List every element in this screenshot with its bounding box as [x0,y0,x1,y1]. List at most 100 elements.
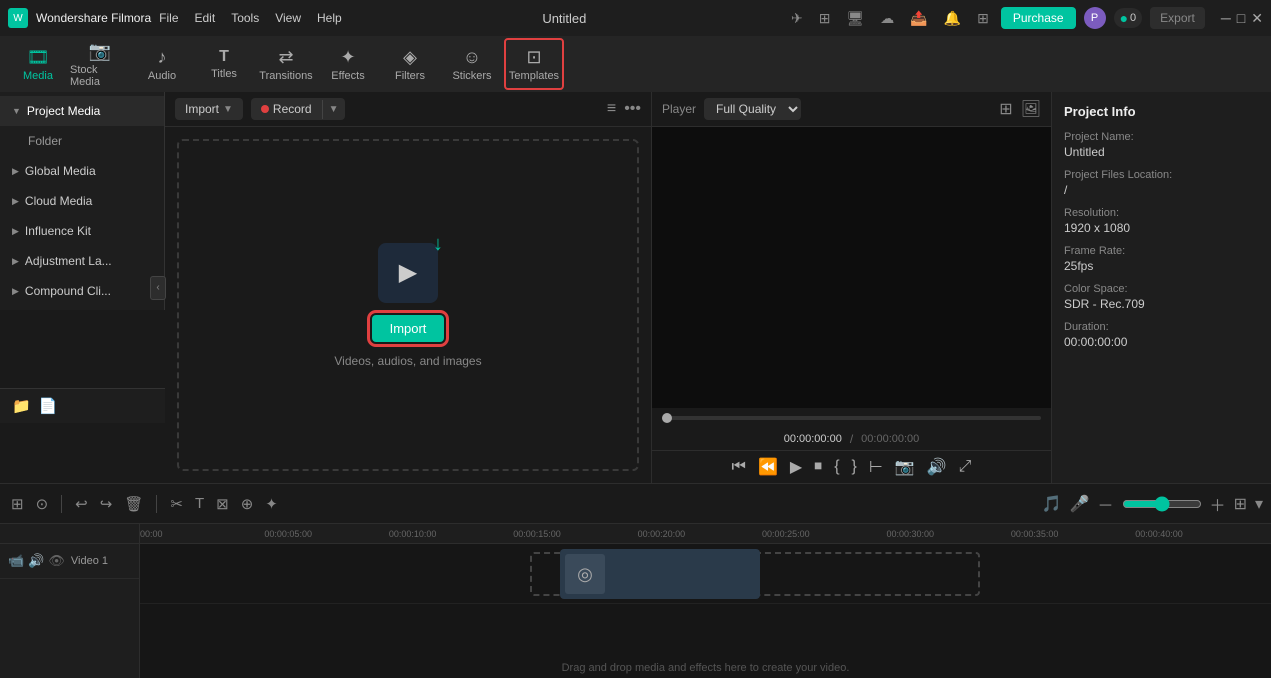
sidebar-item-influence-kit[interactable]: ▶ Influence Kit [0,216,164,246]
project-name-label: Project Name: [1064,131,1259,143]
player-progress-thumb[interactable] [662,413,672,423]
menu-help[interactable]: Help [317,11,342,25]
zoom-in-button[interactable]: ＋ [1210,492,1226,516]
menu-file[interactable]: File [159,11,178,25]
sidebar-item-project-media[interactable]: ▼ Project Media [0,96,164,126]
sidebar-item-folder[interactable]: Folder [0,126,164,156]
record-chevron-button[interactable]: ▼ [322,100,345,119]
mark-out-button[interactable]: } [852,458,857,476]
lock-track-icon[interactable]: 📹 [8,553,24,569]
tool-templates[interactable]: ⊡ Templates [504,38,564,90]
toolbar-separator [156,495,157,513]
upload-icon[interactable]: 📤 [906,8,931,29]
video-track-label-row: 📹 🔊 👁 Video 1 [0,544,139,579]
redo-button[interactable]: ↪ [97,492,116,516]
sidebar-item-cloud-media[interactable]: ▶ Cloud Media [0,186,164,216]
tool-audio-label: Audio [148,70,176,82]
filter-sort-button[interactable]: ≡ [607,100,616,118]
app-logo: W [8,8,28,28]
notif-icon[interactable]: 🔔 [940,8,965,29]
import-button[interactable]: Import ▼ [175,98,243,120]
timeline-ruler[interactable]: 00:00 00:00:05:00 00:00:10:00 00:00:15:0… [140,524,1271,544]
zoom-out-button[interactable]: － [1098,492,1114,516]
titlebar-right: ✈ ⊞ 🖥 ☁ 📤 🔔 ⊞ Purchase P ● 0 Export ─ □ … [787,7,1263,29]
tool-effects[interactable]: ✦ Effects [318,38,378,90]
menu-tools[interactable]: Tools [231,11,259,25]
profile-avatar[interactable]: P [1084,7,1106,29]
audio-btn[interactable]: 🔊 [927,457,947,477]
quality-select[interactable]: Full Quality [704,98,801,120]
tool-media[interactable]: 🎞 Media [8,38,68,90]
ai-tools-button[interactable]: ⊙ [33,492,52,516]
audio-icon: ♪ [158,47,167,68]
tool-templates-label: Templates [509,70,559,82]
mute-track-icon[interactable]: 🔊 [28,553,44,569]
record-dot-icon [261,105,269,113]
zoom-slider[interactable] [1122,496,1202,512]
record-button[interactable]: Record [251,98,322,120]
ruler-mark-7: 00:00:35:00 [1011,529,1059,539]
minimize-icon[interactable]: ─ [1221,10,1231,27]
ruler-mark-5: 00:00:25:00 [762,529,810,539]
media-icon: 🎞 [27,47,50,68]
media-toolbar: Import ▼ Record ▼ ≡ ••• [165,92,651,127]
speed-button[interactable]: ✦ [262,492,281,516]
monitor-icon[interactable]: 🖥 [842,8,868,29]
frame-back-button[interactable]: ⏪ [758,457,778,477]
sidebar-item-global-media[interactable]: ▶ Global Media [0,156,164,186]
sidebar-collapse-button[interactable]: ‹ [150,276,166,300]
effects-icon: ✦ [340,47,355,68]
snapshot-button[interactable]: 📷 [895,457,915,477]
more-options-button[interactable]: ▾ [1255,494,1263,514]
grid-view-button[interactable]: ⊞ [1234,494,1247,514]
stop-button[interactable]: ⏹ [814,458,822,476]
tool-stock-media[interactable]: 📷 Stock Media [70,38,130,90]
close-icon[interactable]: ✕ [1251,10,1263,27]
export-button[interactable]: Export [1150,7,1205,29]
tool-titles[interactable]: T Titles [194,38,254,90]
dots-icon[interactable]: ⊞ [973,8,993,29]
tool-audio[interactable]: ♪ Audio [132,38,192,90]
more-options-button[interactable]: ••• [624,100,641,118]
maximize-icon[interactable]: □ [1237,10,1245,27]
undo-button[interactable]: ↩ [72,492,91,516]
text-button[interactable]: T [192,492,207,515]
crop-button[interactable]: ⊠ [213,492,232,516]
mark-in-button[interactable]: { [834,458,839,476]
project-duration-value: 00:00:00:00 [1064,335,1259,349]
menu-edit[interactable]: Edit [195,11,216,25]
cloud-icon[interactable]: ☁ [876,8,898,29]
purchase-button[interactable]: Purchase [1001,7,1076,29]
player-progress-bar[interactable] [662,416,1041,420]
ruler-spacer [0,524,139,544]
cut-button[interactable]: ✂ [167,492,186,516]
media-drop-zone[interactable]: ↓ ▶ Import Videos, audios, and images [177,139,639,471]
track-clip[interactable]: ◎ [560,549,760,599]
fullscreen-button[interactable]: ⤢ [959,458,972,476]
split-button[interactable]: ⊢ [869,457,883,477]
skip-back-button[interactable]: ⏮ [732,458,746,476]
import-center-button[interactable]: Import [372,315,445,342]
ai-button[interactable]: ⊕ [238,492,257,516]
ruler-mark-3: 00:00:15:00 [513,529,561,539]
delete-button[interactable]: 🗑 [121,492,146,516]
app-name: Wondershare Filmora [36,11,151,25]
share-icon[interactable]: ✈ [787,8,807,29]
main-area: ▼ Project Media Folder ▶ Global Media ▶ … [0,92,1271,483]
hide-track-icon[interactable]: 👁 [48,553,65,569]
player-image-button[interactable]: 🖼 [1021,99,1041,119]
menu-view[interactable]: View [275,11,301,25]
voiceover-button[interactable]: 🎤 [1070,494,1090,514]
player-grid-button[interactable]: ⊞ [999,99,1012,119]
audio-meter-button[interactable]: 🎵 [1042,494,1062,514]
play-button[interactable]: ▶ [790,457,802,477]
scene-detect-button[interactable]: ⊞ [8,492,27,516]
stock-media-icon: 📷 [89,41,111,62]
tool-transitions[interactable]: ⇄ Transitions [256,38,316,90]
templates-icon[interactable]: ⊞ [815,8,835,29]
tool-filters[interactable]: ◈ Filters [380,38,440,90]
title-center: Untitled [542,11,586,26]
tool-stickers[interactable]: ☺ Stickers [442,38,502,90]
sidebar-item-compound[interactable]: ▶ Compound Cli... [0,276,164,306]
sidebar-item-adjustment[interactable]: ▶ Adjustment La... [0,246,164,276]
